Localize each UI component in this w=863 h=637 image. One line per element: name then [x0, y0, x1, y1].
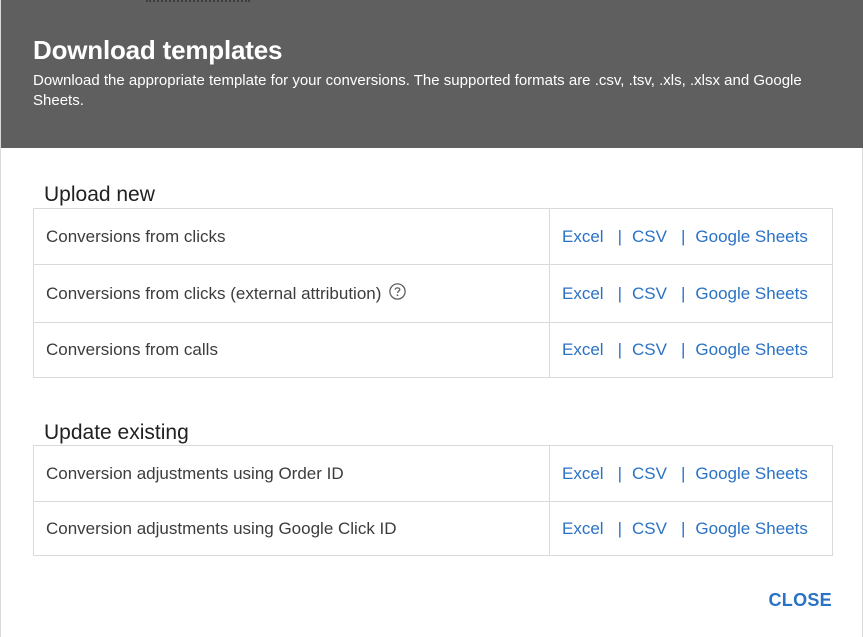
excel-link[interactable]: Excel	[562, 227, 604, 247]
google-sheets-link[interactable]: Google Sheets	[695, 519, 807, 539]
link-separator: |	[680, 226, 686, 246]
download-links: Excel | CSV | Google Sheets	[550, 265, 832, 322]
link-separator: |	[617, 518, 622, 538]
link-separator: |	[680, 283, 686, 303]
google-sheets-link[interactable]: Google Sheets	[695, 340, 807, 360]
google-sheets-link[interactable]: Google Sheets	[695, 284, 807, 304]
excel-link[interactable]: Excel	[562, 519, 604, 539]
row-label-text: Conversion adjustments using Order ID	[46, 463, 344, 483]
csv-link[interactable]: CSV	[632, 340, 667, 360]
link-separator: |	[617, 463, 622, 483]
row-label-text: Conversions from clicks	[46, 226, 226, 246]
help-circle-icon[interactable]	[389, 283, 407, 300]
excel-link[interactable]: Excel	[562, 340, 604, 360]
csv-link[interactable]: CSV	[632, 227, 667, 247]
table-row: Conversions from clicks Excel | CSV | Go…	[34, 209, 832, 264]
link-separator: |	[680, 463, 686, 483]
upload-new-heading: Upload new	[44, 183, 155, 206]
row-label: Conversion adjustments using Order ID	[34, 446, 550, 501]
dialog-title: Download templates	[33, 35, 283, 65]
update-existing-table: Conversion adjustments using Order ID Ex…	[33, 445, 833, 556]
csv-link[interactable]: CSV	[632, 519, 667, 539]
header-peek-decoration	[146, 0, 250, 3]
table-row: Conversions from clicks (external attrib…	[34, 264, 832, 322]
update-existing-heading: Update existing	[44, 421, 189, 444]
row-label-text: Conversion adjustments using Google Clic…	[46, 518, 397, 538]
excel-link[interactable]: Excel	[562, 464, 604, 484]
download-links: Excel | CSV | Google Sheets	[550, 209, 832, 264]
download-links: Excel | CSV | Google Sheets	[550, 323, 832, 377]
row-label: Conversions from clicks	[34, 209, 550, 264]
row-label: Conversions from clicks (external attrib…	[34, 265, 550, 322]
excel-link[interactable]: Excel	[562, 284, 604, 304]
close-button[interactable]: CLOSE	[768, 590, 832, 611]
download-templates-dialog: Download templates Download the appropri…	[0, 0, 863, 637]
google-sheets-link[interactable]: Google Sheets	[695, 464, 807, 484]
link-separator: |	[617, 340, 622, 359]
dialog-header: Download templates Download the appropri…	[1, 0, 863, 148]
google-sheets-link[interactable]: Google Sheets	[695, 227, 807, 247]
csv-link[interactable]: CSV	[632, 284, 667, 304]
table-row: Conversions from calls Excel | CSV | Goo…	[34, 322, 832, 377]
csv-link[interactable]: CSV	[632, 464, 667, 484]
row-label: Conversion adjustments using Google Clic…	[34, 502, 550, 555]
link-separator: |	[617, 226, 622, 246]
row-label-text: Conversions from clicks (external attrib…	[46, 283, 382, 303]
dialog-subtitle: Download the appropriate template for yo…	[33, 72, 802, 109]
link-separator: |	[680, 340, 686, 359]
table-row: Conversion adjustments using Order ID Ex…	[34, 446, 832, 501]
row-label: Conversions from calls	[34, 323, 550, 377]
row-label-text: Conversions from calls	[46, 340, 218, 359]
download-links: Excel | CSV | Google Sheets	[550, 446, 832, 501]
download-links: Excel | CSV | Google Sheets	[550, 502, 832, 555]
link-separator: |	[680, 518, 686, 538]
upload-new-table: Conversions from clicks Excel | CSV | Go…	[33, 208, 833, 378]
table-row: Conversion adjustments using Google Clic…	[34, 501, 832, 555]
link-separator: |	[617, 283, 622, 303]
